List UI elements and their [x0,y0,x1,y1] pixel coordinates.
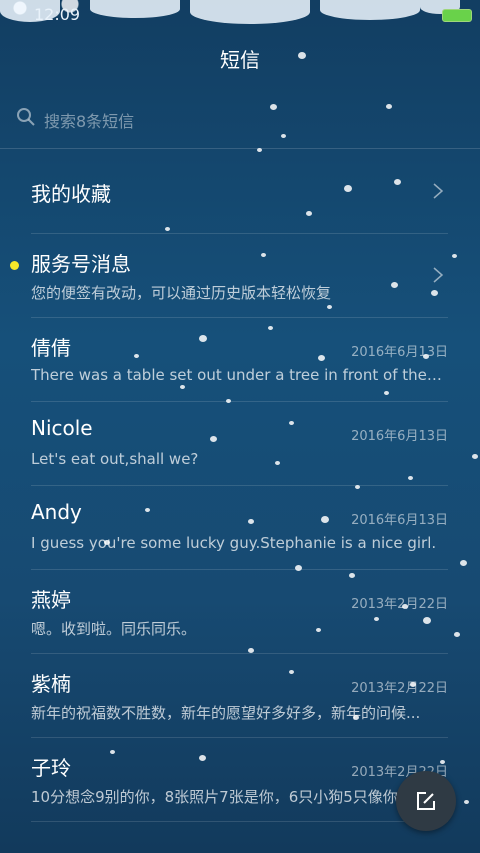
conversation-date: 2013年2月22日 [351,681,448,696]
conversation-name: 紫楠 [31,672,71,696]
snowflake [321,516,329,523]
compose-icon [417,792,435,810]
conversation-name: 子玲 [31,756,71,780]
conversation-name: Andy [31,500,82,524]
search-input[interactable]: 搜索8条短信 [44,108,134,132]
snowflake [318,355,325,361]
snowflake [402,604,408,609]
snowflake [423,617,431,624]
snowflake [374,617,379,621]
conversation-preview: 嗯。收到啦。同乐同乐。 [31,620,197,638]
page-title: 短信 [220,48,260,72]
snowflake [316,628,321,632]
conversation-date: 2016年6月13日 [351,513,448,528]
compose-button[interactable] [396,771,456,831]
search-icon [17,108,35,126]
snowflake [257,148,262,152]
status-time: 12:09 [34,5,81,24]
snowflake [281,134,286,138]
snowflake [460,560,467,566]
snowflake [199,335,207,342]
snowflake [268,326,273,330]
conversation-date: 2013年2月22日 [351,597,448,612]
snowflake [295,565,302,571]
snowflake [289,670,294,674]
snowflake [355,485,360,489]
snowflake [180,385,185,389]
conversation-preview: 您的便签有改动，可以通过历史版本轻松恢复 [31,284,332,302]
snowflake [454,632,460,637]
snowflake [391,282,398,288]
snowflake [145,508,150,512]
snowflake [306,211,312,216]
snowflake [423,354,429,359]
list-item-favorites[interactable]: 我的收藏 [31,150,448,234]
list-item[interactable]: 子玲 2013年2月22日 10分想念9别的你，8张照片7张是你，6只小狗5只像… [31,738,448,822]
status-bar: 12:09 [0,0,480,30]
snowflake [210,436,217,442]
snowflake [394,179,401,185]
conversation-preview: 新年的祝福数不胜数，新年的愿望好多好多，新年的问候... [31,704,421,722]
snowflake [349,573,355,578]
snowflake [353,715,359,720]
snowflake [104,540,110,545]
snowflake [226,399,231,403]
list-item-service-messages[interactable]: 服务号消息 您的便签有改动，可以通过历史版本轻松恢复 [10,234,448,318]
message-list: 我的收藏 服务号消息 您的便签有改动，可以通过历史版本轻松恢复 倩倩 2016年… [0,150,480,822]
conversation-name: 服务号消息 [31,252,131,276]
snowflake [384,391,389,395]
snowflake [165,227,170,231]
conversation-name: 燕婷 [31,588,71,612]
snowflake [410,682,416,687]
conversation-name: 倩倩 [31,336,71,360]
snowflake [199,755,206,761]
snowflake [134,354,139,358]
list-item[interactable]: Andy 2016年6月13日 I guess you're some luck… [31,486,448,570]
conversation-name: 我的收藏 [31,182,111,206]
list-item[interactable]: 燕婷 2013年2月22日 嗯。收到啦。同乐同乐。 [31,570,448,654]
snowflake [289,421,294,425]
snowflake [248,648,254,653]
list-item[interactable]: 紫楠 2013年2月22日 新年的祝福数不胜数，新年的愿望好多好多，新年的问候.… [31,654,448,738]
conversation-date: 2016年6月13日 [351,345,448,360]
conversation-preview: Let's eat out,shall we? [31,450,199,468]
conversation-name: Nicole [31,416,93,440]
unread-dot [10,261,19,270]
snowflake [110,750,115,754]
list-item[interactable]: Nicole 2016年6月13日 Let's eat out,shall we… [31,402,448,486]
snowflake [472,454,478,459]
battery-icon [442,9,472,22]
conversation-date: 2016年6月13日 [351,429,448,444]
snowflake [452,254,457,258]
snowflake [431,290,438,296]
conversation-preview: I guess you're some lucky guy.Stephanie … [31,534,437,552]
snowflake [408,476,413,480]
snowflake [440,760,445,764]
snowflake [261,253,266,257]
snowflake [248,519,254,524]
conversation-preview: 10分想念9别的你，8张照片7张是你，6只小狗5只像你... [31,788,413,806]
snowflake [270,104,277,110]
chevron-right-icon [433,183,444,199]
snowflake [327,305,332,309]
snowflake [275,461,280,465]
snowflake [344,185,352,192]
list-item[interactable]: 倩倩 2016年6月13日 There was a table set out … [31,318,448,402]
search-bar[interactable]: 搜索8条短信 [0,96,480,149]
snowflake [298,52,306,59]
chevron-right-icon [433,267,444,283]
snowflake [464,800,469,804]
conversation-preview: There was a table set out under a tree i… [31,366,446,384]
snowflake [386,104,392,109]
